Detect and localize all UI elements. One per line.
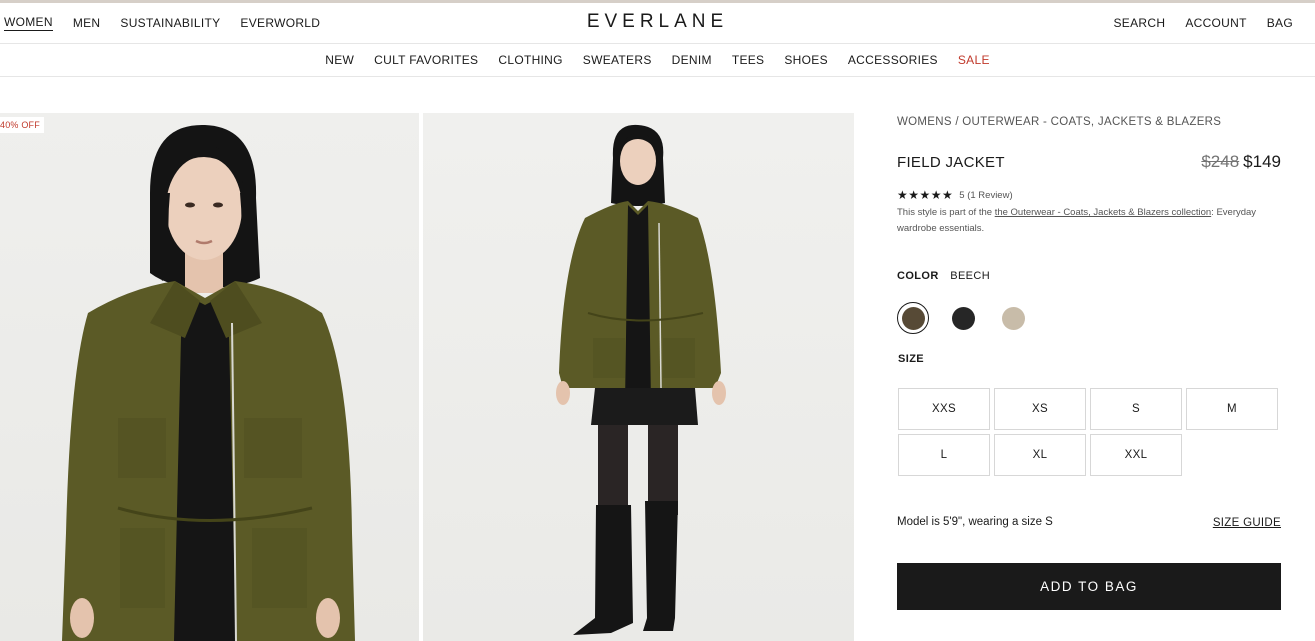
category-cult-favorites[interactable]: CULT FAVORITES	[374, 53, 478, 67]
category-sweaters[interactable]: SWEATERS	[583, 53, 652, 67]
review-count[interactable]: 5 (1 Review)	[959, 190, 1012, 201]
swatch-black[interactable]	[947, 302, 979, 334]
size-s-button[interactable]: S	[1090, 388, 1182, 430]
account-link[interactable]: ACCOUNT	[1185, 16, 1246, 30]
bag-link[interactable]: BAG	[1267, 16, 1293, 30]
swatch-beech-chip	[901, 306, 925, 330]
size-xl-button[interactable]: XL	[994, 434, 1086, 476]
original-price: $248	[1201, 152, 1240, 171]
top-navigation: WOMEN MEN SUSTAINABILITY EVERWORLD EVERL…	[0, 3, 1315, 44]
model-illustration-front	[62, 124, 355, 641]
category-shoes[interactable]: SHOES	[784, 53, 828, 67]
model-size-info: Model is 5'9", wearing a size S	[897, 516, 1053, 528]
discount-badge: 40% OFF	[0, 117, 44, 133]
size-xxl-button[interactable]: XXL	[1090, 434, 1182, 476]
product-image-front[interactable]: 40% OFF	[0, 113, 419, 641]
category-navigation: NEW CULT FAVORITES CLOTHING SWEATERS DEN…	[0, 44, 1315, 77]
description-prefix: This style is part of the	[897, 207, 995, 218]
swatch-black-chip	[951, 306, 975, 330]
size-xxs-button[interactable]: XXS	[898, 388, 990, 430]
category-new[interactable]: NEW	[325, 53, 354, 67]
product-title: FIELD JACKET	[897, 154, 1005, 171]
search-link[interactable]: SEARCH	[1114, 16, 1166, 30]
swatch-stone-chip	[1001, 306, 1025, 330]
star-rating-icon: ★★★★★	[897, 188, 954, 202]
add-to-bag-button[interactable]: ADD TO BAG	[897, 563, 1281, 610]
collection-link[interactable]: the Outerwear - Coats, Jackets & Blazers…	[995, 207, 1211, 218]
color-selector-label: COLOR BEECH	[897, 270, 990, 282]
category-clothing[interactable]: CLOTHING	[498, 53, 562, 67]
size-guide-link[interactable]: SIZE GUIDE	[1213, 517, 1281, 529]
collection-description: This style is part of the the Outerwear …	[897, 205, 1267, 237]
color-swatches	[897, 302, 1047, 334]
swatch-beech[interactable]	[897, 302, 929, 334]
color-label: COLOR	[897, 270, 939, 282]
model-illustration-full	[556, 124, 726, 635]
size-grid: XXS XS S M L XL XXL	[898, 388, 1281, 476]
breadcrumb[interactable]: WOMENS / OUTERWEAR - COATS, JACKETS & BL…	[897, 116, 1221, 128]
utility-nav: SEARCH ACCOUNT BAG	[1094, 3, 1294, 43]
category-denim[interactable]: DENIM	[672, 53, 712, 67]
product-price: $248 $149	[1201, 152, 1281, 172]
sale-price: $149	[1243, 152, 1281, 171]
size-xs-button[interactable]: XS	[994, 388, 1086, 430]
size-l-button[interactable]: L	[898, 434, 990, 476]
product-image-full-length[interactable]	[423, 113, 854, 641]
size-label: SIZE	[898, 353, 925, 365]
category-tees[interactable]: TEES	[732, 53, 765, 67]
swatch-stone[interactable]	[997, 302, 1029, 334]
category-sale[interactable]: SALE	[958, 53, 990, 67]
size-m-button[interactable]: M	[1186, 388, 1278, 430]
category-accessories[interactable]: ACCESSORIES	[848, 53, 938, 67]
selected-color-name: BEECH	[950, 270, 991, 282]
rating[interactable]: ★★★★★ 5 (1 Review)	[897, 188, 1013, 202]
